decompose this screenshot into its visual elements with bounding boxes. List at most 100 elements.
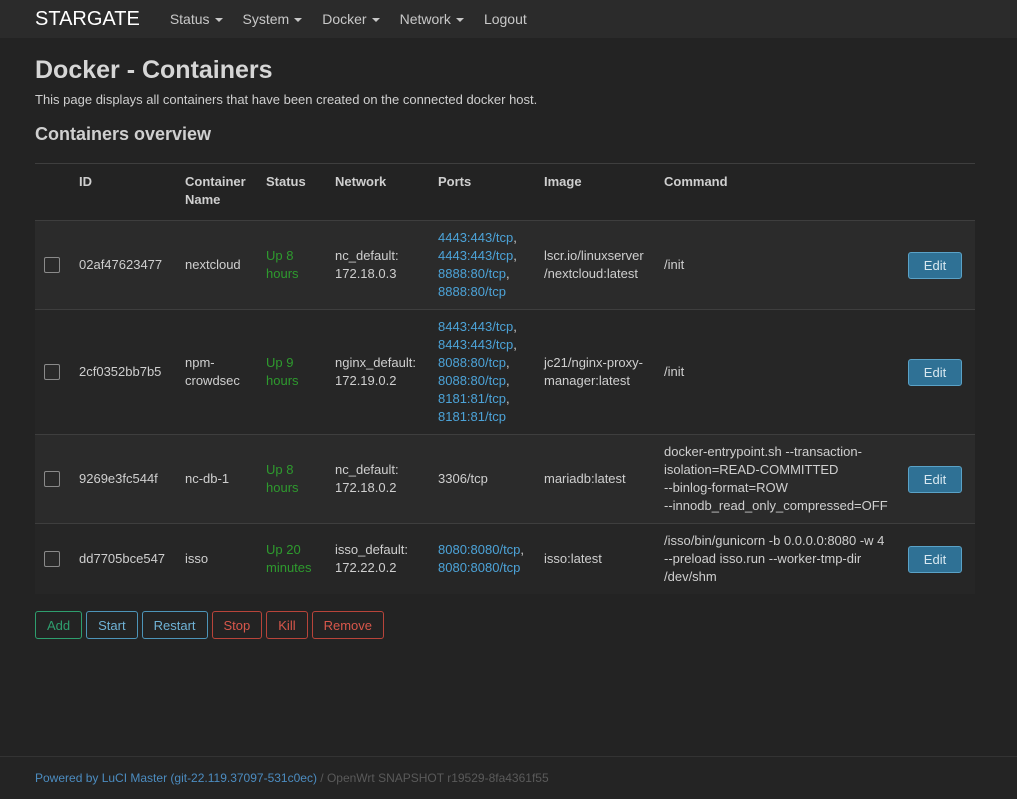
container-network-line: nc_default: bbox=[335, 462, 399, 477]
port-link[interactable]: 8088:80/tcp bbox=[438, 355, 506, 370]
container-status-line: Up 20 bbox=[266, 542, 301, 557]
footer-separator: / bbox=[316, 771, 327, 785]
main-menu: Status System Docker Network Logout bbox=[160, 11, 537, 27]
caret-down-icon bbox=[371, 18, 380, 22]
edit-button[interactable]: Edit bbox=[908, 358, 962, 386]
container-status: Up 8 hours bbox=[266, 434, 335, 524]
container-image-line: manager:latest bbox=[544, 373, 630, 388]
container-id: 9269e3fc544f bbox=[79, 434, 185, 524]
container-command-line: --binlog-format=ROW bbox=[664, 480, 788, 495]
container-command-line: isolation=READ-COMMITTED bbox=[664, 462, 839, 477]
edit-button[interactable]: Edit bbox=[908, 251, 962, 279]
container-command-line: --innodb_read_only_compressed=OFF bbox=[664, 498, 888, 513]
footer-powered-link[interactable]: Powered by LuCI Master (git-22.119.37097… bbox=[35, 771, 317, 785]
port-link[interactable]: 8888:80/tcp bbox=[438, 266, 506, 281]
action-bar: Add Start Restart Stop Kill Remove bbox=[35, 611, 975, 639]
caret-down-icon bbox=[214, 18, 223, 22]
row-checkbox[interactable] bbox=[44, 471, 60, 487]
menu-label: System bbox=[242, 11, 290, 27]
menu-system[interactable]: System bbox=[233, 11, 313, 27]
remove-button[interactable]: Remove bbox=[311, 611, 385, 639]
container-image: mariadb:latest bbox=[544, 434, 664, 524]
container-network: nginx_default: 172.19.0.2 bbox=[335, 309, 438, 435]
containers-table: ID Container Name Status Network Ports Im… bbox=[35, 163, 975, 594]
menu-status[interactable]: Status bbox=[160, 11, 233, 27]
container-status: Up 8 hours bbox=[266, 220, 335, 310]
container-image-line: mariadb:latest bbox=[544, 471, 626, 486]
container-id: 02af47623477 bbox=[79, 220, 185, 310]
container-name-line: nc-db-1 bbox=[185, 471, 230, 486]
menu-label: Docker bbox=[322, 11, 367, 27]
header-actions bbox=[908, 164, 975, 221]
port-link[interactable]: 8080:8080/tcp bbox=[438, 542, 520, 557]
top-navbar: STARGATE Status System Docker Network Logout bbox=[0, 0, 1017, 38]
container-command: /init bbox=[664, 220, 908, 310]
container-ports: 8080:8080/tcp, 8080:8080/tcp bbox=[438, 523, 544, 594]
menu-label: Status bbox=[169, 11, 210, 27]
container-image: jc21/nginx-proxy-manager:latest bbox=[544, 309, 664, 435]
main-content: Docker - Containers This page displays a… bbox=[35, 56, 975, 639]
port-link[interactable]: 8443:443/tcp bbox=[438, 337, 513, 352]
kill-button[interactable]: Kill bbox=[266, 611, 308, 639]
actions-cell: Edit bbox=[908, 523, 975, 594]
restart-button[interactable]: Restart bbox=[141, 611, 208, 639]
start-button[interactable]: Start bbox=[86, 611, 138, 639]
row-checkbox[interactable] bbox=[44, 551, 60, 567]
table-row: 02af47623477 nextcloud Up 8 hours nc_default… bbox=[35, 220, 975, 310]
row-checkbox[interactable] bbox=[44, 364, 60, 380]
container-ports: 3306/tcp bbox=[438, 434, 544, 524]
port-link: 3306/tcp bbox=[438, 471, 488, 486]
container-network: nc_default: 172.18.0.2 bbox=[335, 434, 438, 524]
container-image-line: lscr.io/linuxserver bbox=[544, 248, 644, 263]
container-name-line: npm- bbox=[185, 355, 215, 370]
container-network-line: nginx_default: bbox=[335, 355, 416, 370]
row-checkbox[interactable] bbox=[44, 257, 60, 273]
container-image: isso:latest bbox=[544, 523, 664, 594]
menu-network[interactable]: Network bbox=[390, 11, 474, 27]
stop-button[interactable]: Stop bbox=[211, 611, 263, 639]
port-link[interactable]: 8080:8080/tcp bbox=[438, 560, 520, 575]
container-network-line: 172.22.0.2 bbox=[335, 560, 397, 575]
container-status-line: hours bbox=[266, 266, 299, 281]
actions-cell: Edit bbox=[908, 434, 975, 524]
menu-label: Network bbox=[399, 11, 451, 27]
container-command-line: /isso/bin/gunicorn -b 0.0.0.0:8080 -w 4 bbox=[664, 533, 885, 548]
header-status: Status bbox=[266, 174, 306, 189]
container-name: npm-crowdsec bbox=[185, 309, 266, 435]
container-name: isso bbox=[185, 523, 266, 594]
port-link[interactable]: 8181:81/tcp bbox=[438, 409, 506, 424]
container-ports: 4443:443/tcp, 4443:443/tcp, 8888:80/tcp, 88… bbox=[438, 220, 544, 310]
port-link[interactable]: 4443:443/tcp bbox=[438, 248, 513, 263]
container-command-line: /dev/shm bbox=[664, 569, 717, 584]
page-title: Docker - Containers bbox=[35, 56, 273, 84]
port-link[interactable]: 8181:81/tcp bbox=[438, 391, 506, 406]
container-status-line: hours bbox=[266, 373, 299, 388]
table-row: 9269e3fc544f nc-db-1 Up 8 hours nc_default: 1… bbox=[35, 434, 975, 524]
menu-label: Logout bbox=[483, 11, 527, 27]
header-id: ID bbox=[79, 174, 92, 189]
container-command-line: --preload isso.run --worker-tmp-dir bbox=[664, 551, 862, 566]
header-ports: Ports bbox=[438, 174, 472, 189]
brand-logo[interactable]: STARGATE bbox=[35, 0, 140, 38]
edit-button[interactable]: Edit bbox=[908, 465, 962, 493]
container-status-line: minutes bbox=[266, 560, 312, 575]
container-status-line: Up 8 bbox=[266, 462, 294, 477]
container-network-line: nc_default: bbox=[335, 248, 399, 263]
port-link[interactable]: 4443:443/tcp bbox=[438, 230, 513, 245]
port-link[interactable]: 8443:443/tcp bbox=[438, 319, 513, 334]
menu-docker[interactable]: Docker bbox=[312, 11, 389, 27]
add-button[interactable]: Add bbox=[35, 611, 83, 639]
actions-cell: Edit bbox=[908, 309, 975, 435]
container-name: nextcloud bbox=[185, 220, 266, 310]
table-row: dd7705bce547 isso Up 20 minutes isso_default… bbox=[35, 523, 975, 594]
container-name-line: nextcloud bbox=[185, 257, 241, 272]
port-link[interactable]: 8888:80/tcp bbox=[438, 284, 506, 299]
port-link[interactable]: 8088:80/tcp bbox=[438, 373, 506, 388]
table-row: 2cf0352bb7b5 npm-crowdsec Up 9 hours nginx_d… bbox=[35, 309, 975, 435]
container-status-line: Up 9 bbox=[266, 355, 294, 370]
table-header-row: ID Container Name Status Network Ports Im… bbox=[35, 163, 975, 221]
header-select bbox=[35, 164, 79, 221]
menu-logout[interactable]: Logout bbox=[474, 11, 537, 27]
container-name-line: crowdsec bbox=[185, 373, 240, 388]
edit-button[interactable]: Edit bbox=[908, 545, 962, 573]
